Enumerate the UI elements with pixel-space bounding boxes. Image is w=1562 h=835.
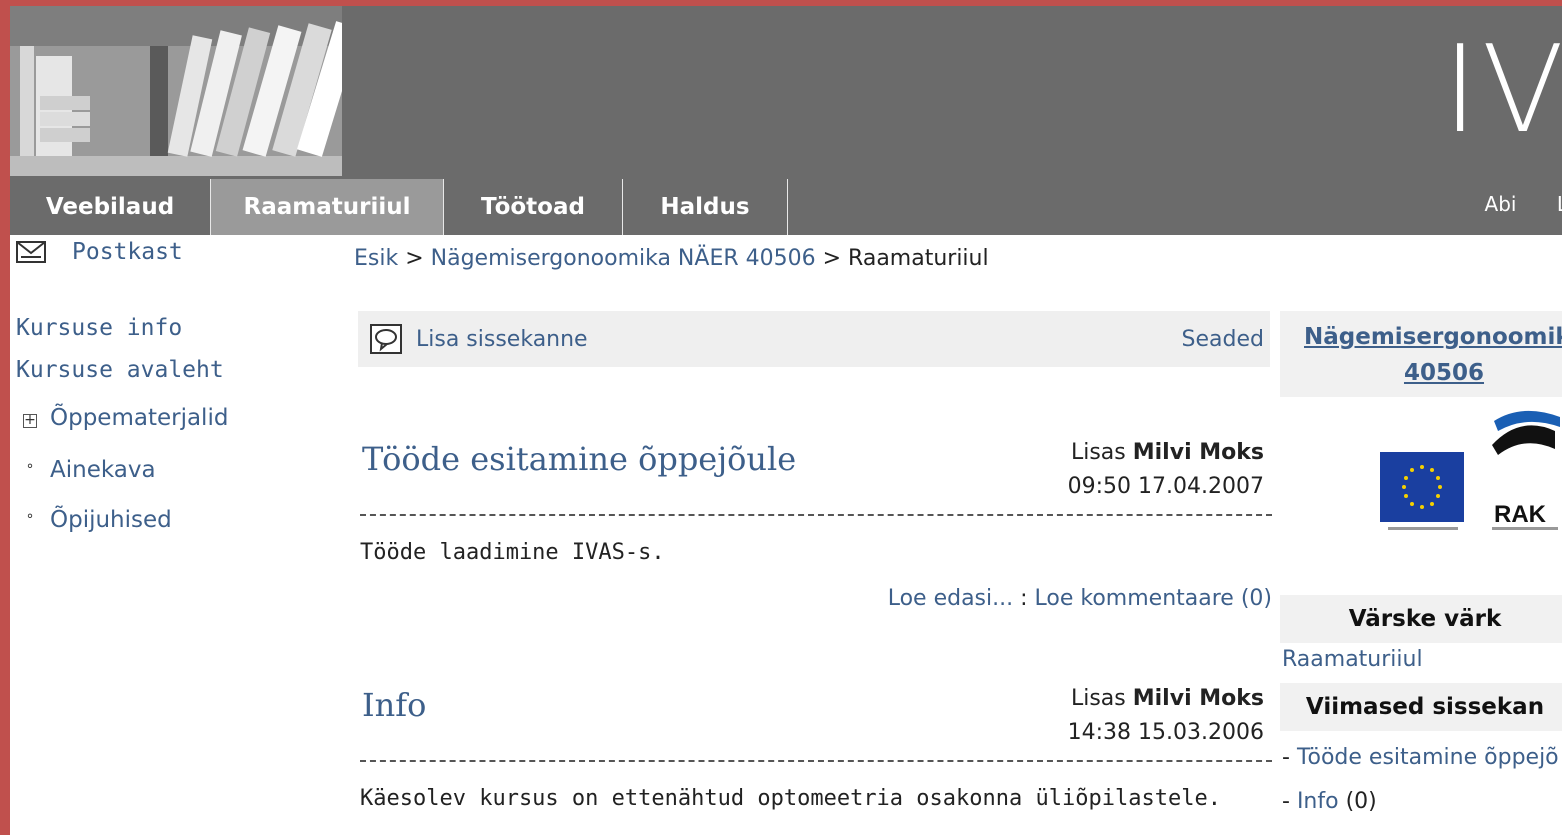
post-body: Tööde laadimine IVAS-s. xyxy=(360,540,665,565)
bullet-circle-icon: ° xyxy=(26,512,34,528)
tree-item-opijuhised[interactable]: ° Õpijuhised xyxy=(20,507,172,533)
bullet-circle-icon: ° xyxy=(26,462,34,478)
add-entry-button[interactable]: Lisa sissekanne xyxy=(370,324,588,354)
breadcrumb-current: Raamaturiiul xyxy=(848,246,989,271)
breadcrumb-separator: > xyxy=(398,246,431,271)
postkast-link[interactable]: Postkast xyxy=(16,239,183,265)
read-more-link[interactable]: Loe edasi... xyxy=(888,586,1013,611)
breadcrumb: Esik > Nägemisergonoomika NÄER 40506 > R… xyxy=(354,246,989,271)
add-entry-label: Lisa sissekanne xyxy=(416,326,588,352)
sidebar-item-kursuse-avaleht[interactable]: Kursuse avaleht xyxy=(16,357,224,383)
recent-entry-item: - Info (0) xyxy=(1282,789,1377,814)
postkast-label: Postkast xyxy=(72,239,183,265)
sponsor-logos: RAK xyxy=(1280,397,1562,555)
tree-item-oppematerjalid[interactable]: + Õppematerjalid xyxy=(20,405,228,431)
added-by-label: Lisas xyxy=(1070,686,1126,711)
utility-links: Abi L xyxy=(1451,192,1562,216)
recent-entry-link[interactable]: Info xyxy=(1297,789,1339,814)
recent-entries-heading: Viimased sissekan xyxy=(1280,683,1562,731)
tab-haldus[interactable]: Haldus xyxy=(623,179,788,235)
post-datetime: 09:50 17.04.2007 xyxy=(1067,474,1264,499)
post-links: Loe edasi... : Loe kommentaare (0) xyxy=(888,586,1272,611)
course-code-line: 40506 xyxy=(1403,360,1485,386)
breadcrumb-home-link[interactable]: Esik xyxy=(354,246,398,271)
added-by-label: Lisas xyxy=(1070,440,1126,465)
tree-item-label: Õpijuhised xyxy=(50,507,172,533)
speech-bubble-icon xyxy=(370,324,402,354)
site-logo: IV xyxy=(1442,21,1562,160)
main-tabs: Veebilaud Raamaturiiul Töötoad Haldus xyxy=(10,179,788,235)
tab-tootoad[interactable]: Töötoad xyxy=(444,179,623,235)
eu-flag-logo: RAK xyxy=(1380,410,1560,530)
tree-item-label: Õppematerjalid xyxy=(50,405,229,431)
post-title[interactable]: Tööde esitamine õppejõule xyxy=(362,440,796,478)
recent-entry-prefix: - xyxy=(1282,789,1297,814)
post-divider xyxy=(360,760,1272,762)
recent-entry-count: (0) xyxy=(1338,789,1377,814)
post-meta: Lisas Milvi Moks 14:38 15.03.2006 xyxy=(1068,682,1264,750)
entry-toolbar: Lisa sissekanne Seaded xyxy=(358,311,1270,367)
post-author: Milvi Moks xyxy=(1132,440,1264,465)
link-separator: : xyxy=(1013,586,1035,611)
post-body: Käesolev kursus on ettenähtud optomeetri… xyxy=(360,786,1221,811)
bookshelf-banner-image xyxy=(10,6,342,176)
tab-raamaturiiul[interactable]: Raamaturiiul xyxy=(211,179,444,235)
fresh-link-raamaturiiul[interactable]: Raamaturiiul xyxy=(1282,647,1423,672)
post-datetime: 14:38 15.03.2006 xyxy=(1067,720,1264,745)
post-meta: Lisas Milvi Moks 09:50 17.04.2007 xyxy=(1068,436,1264,504)
recent-entry-link[interactable]: Tööde esitamine õppejõ xyxy=(1297,745,1559,770)
help-link[interactable]: Abi xyxy=(1485,192,1517,216)
breadcrumb-course-link[interactable]: Nägemisergonoomika NÄER 40506 xyxy=(431,246,816,271)
tree-item-ainekava[interactable]: ° Ainekava xyxy=(20,457,156,483)
logout-link[interactable]: L xyxy=(1557,192,1562,216)
post-author: Milvi Moks xyxy=(1132,686,1264,711)
settings-link[interactable]: Seaded xyxy=(1182,327,1264,352)
post-title[interactable]: Info xyxy=(362,686,426,724)
read-comments-link[interactable]: Loe kommentaare (0) xyxy=(1035,586,1272,611)
course-box: Nägemisergonoomika 40506 RAK xyxy=(1280,311,1562,555)
rak-logo-text: RAK xyxy=(1494,501,1547,528)
breadcrumb-separator: > xyxy=(815,246,849,271)
expand-plus-icon[interactable]: + xyxy=(20,409,40,428)
course-title-line: Nägemisergonoomika xyxy=(1304,324,1562,350)
fresh-heading: Värske värk xyxy=(1280,595,1562,643)
tab-veebilaud[interactable]: Veebilaud xyxy=(10,179,211,235)
tree-item-label: Ainekava xyxy=(50,457,156,483)
mailbox-icon xyxy=(16,241,46,263)
recent-entry-prefix: - xyxy=(1282,745,1297,770)
course-title-link[interactable]: Nägemisergonoomika 40506 xyxy=(1304,319,1562,391)
sidebar-item-kursuse-info[interactable]: Kursuse info xyxy=(16,315,182,341)
app-window: IV Abi L Veebilaud Raamaturiiul Töötoad … xyxy=(10,6,1562,835)
recent-entry-item: - Tööde esitamine õppejõ xyxy=(1282,745,1559,770)
post-divider xyxy=(360,514,1272,516)
